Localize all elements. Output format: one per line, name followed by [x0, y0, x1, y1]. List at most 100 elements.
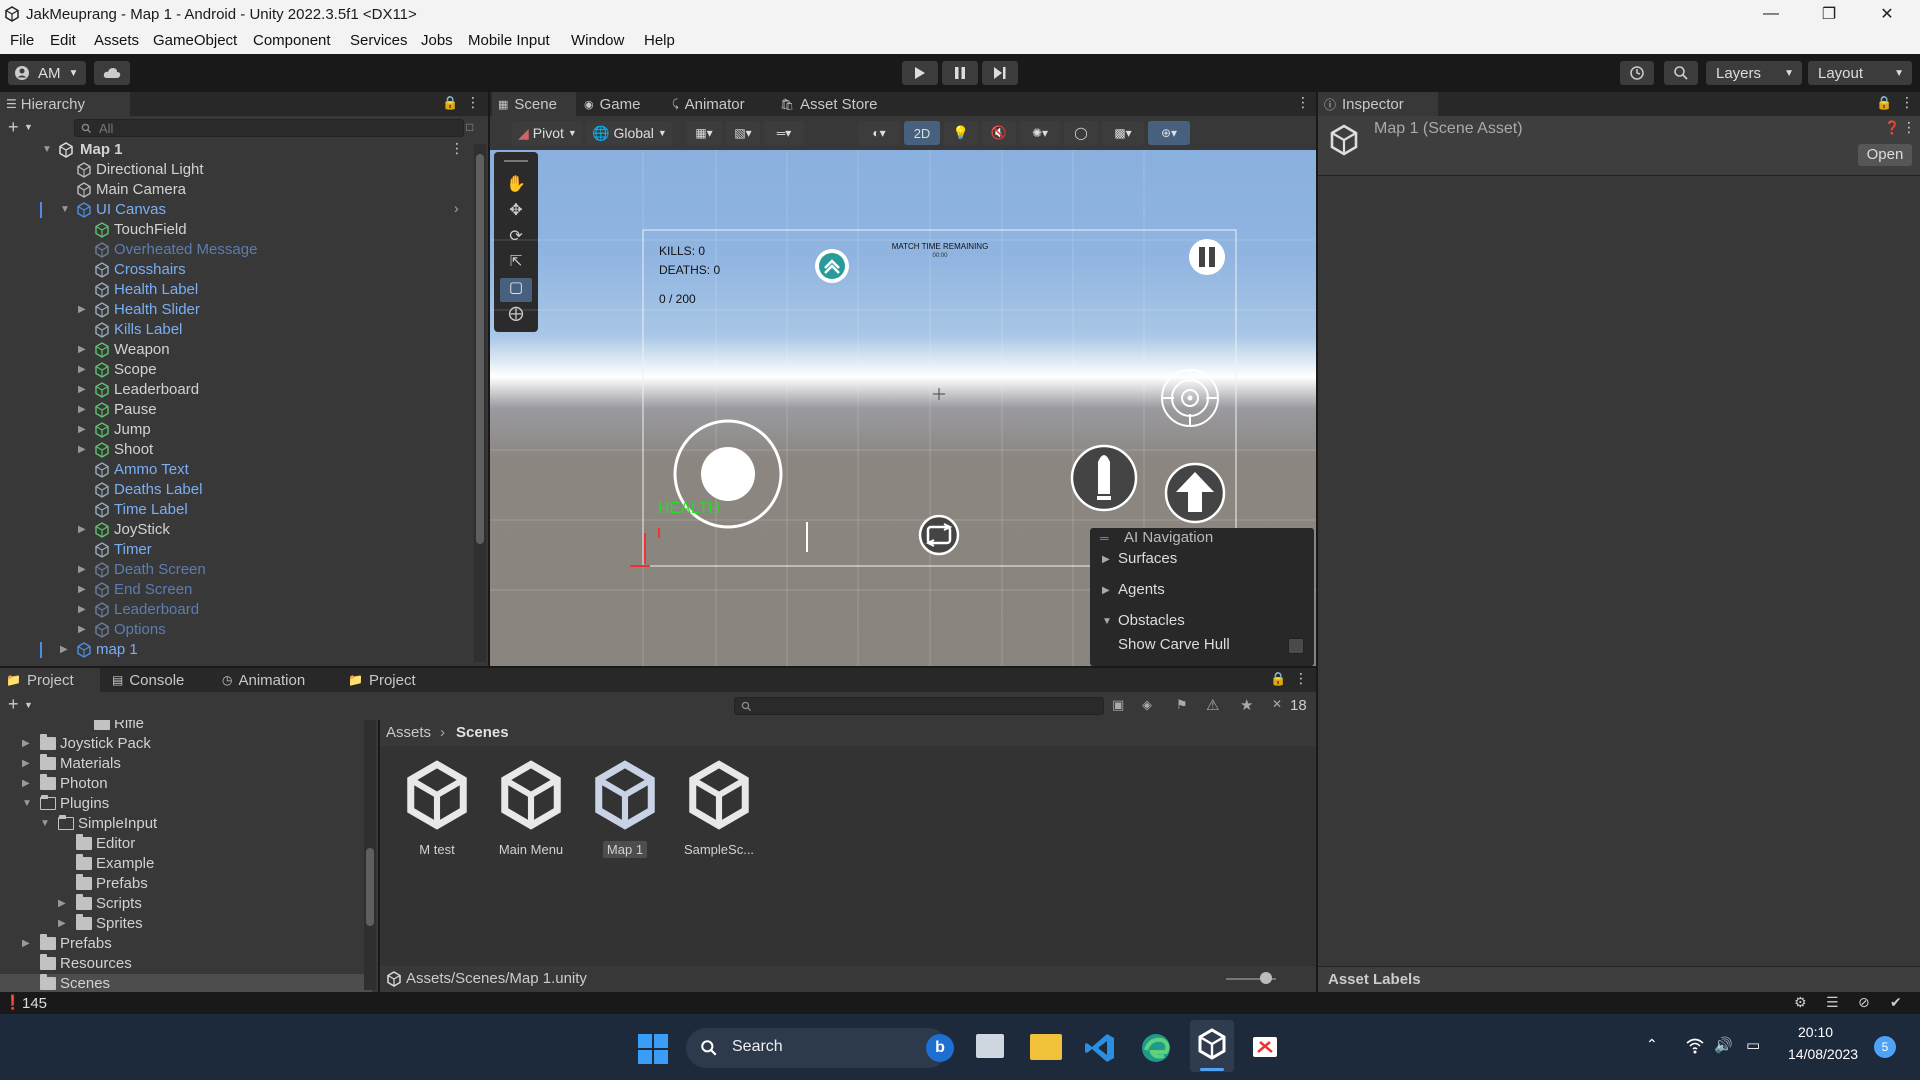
pivot-dropdown[interactable]: ◢ Pivot ▼	[512, 121, 582, 145]
clock-date[interactable]: 14/08/2023	[1788, 1046, 1858, 1062]
tab-scene[interactable]: ▦ Scene	[492, 92, 576, 116]
weapon-switch-button[interactable]	[918, 514, 960, 556]
more-menu-icon[interactable]: ⋮	[1902, 119, 1916, 136]
hierarchy-scrollbar[interactable]	[474, 144, 486, 662]
account-button[interactable]: AM ▼	[8, 61, 86, 85]
expand-down-icon[interactable]: ▼	[22, 798, 32, 809]
global-dropdown[interactable]: 🌐 Global ▼	[586, 121, 672, 145]
project-folder-item[interactable]: Rifle	[0, 720, 372, 734]
expand-right-icon[interactable]: ▶	[22, 758, 30, 769]
gizmos-dropdown[interactable]: ⊕▾	[1148, 121, 1190, 145]
hierarchy-item[interactable]: Main Camera	[0, 180, 470, 200]
project-folder-item[interactable]: Scenes	[0, 974, 372, 992]
battery-icon[interactable]: ▭	[1746, 1036, 1760, 1054]
chevron-right-icon[interactable]: ▶	[1102, 554, 1110, 565]
tab-game[interactable]: ◉ Game	[578, 92, 662, 116]
ai-nav-obstacles[interactable]: Obstacles	[1118, 612, 1185, 629]
task-view-icon[interactable]	[976, 1034, 1004, 1058]
ai-nav-surfaces[interactable]: Surfaces	[1118, 550, 1177, 567]
menu-component[interactable]: Component	[253, 32, 331, 49]
hierarchy-item[interactable]: Directional Light	[0, 160, 470, 180]
taskbar-search[interactable]: Search b	[686, 1028, 954, 1068]
more-menu-icon[interactable]: ⋮	[1296, 94, 1310, 111]
hierarchy-item[interactable]: Health Label	[0, 280, 470, 300]
project-search-input[interactable]	[734, 697, 1104, 715]
volume-icon[interactable]: 🔊	[1714, 1036, 1733, 1054]
expand-right-icon[interactable]: ▶	[78, 424, 88, 435]
layers-dropdown[interactable]: Layers ▼	[1706, 61, 1802, 85]
open-button[interactable]: Open	[1858, 144, 1912, 166]
hierarchy-item[interactable]: ▶ Jump	[0, 420, 470, 440]
expand-right-icon[interactable]: ▶	[78, 584, 88, 595]
scene-asset-item[interactable]: M test	[392, 760, 482, 870]
menu-file[interactable]: File	[10, 32, 34, 49]
project-folder-item[interactable]: ▶ Joystick Pack	[0, 734, 372, 754]
search-by-type-icon[interactable]: ▣	[1112, 697, 1124, 713]
chevron-down-icon[interactable]: ▼	[1102, 616, 1112, 627]
project-folder-item[interactable]: ▶ Scripts	[0, 894, 372, 914]
scene-asset-item[interactable]: Map 1	[580, 760, 670, 870]
expand-down-icon[interactable]: ▼	[60, 204, 70, 215]
scene-visibility-icon[interactable]: □	[466, 120, 473, 134]
project-folder-item[interactable]: ▶ Materials	[0, 754, 372, 774]
tab-console[interactable]: ▤ Console	[106, 668, 202, 692]
play-button[interactable]	[902, 61, 938, 85]
snipping-tool-icon[interactable]	[1250, 1032, 1280, 1062]
audio-toggle[interactable]: 🔇	[982, 121, 1016, 145]
chevron-up-icon[interactable]: ⌃	[1646, 1036, 1658, 1053]
add-icon[interactable]: +	[8, 694, 19, 715]
hierarchy-item[interactable]: ▶ Weapon	[0, 340, 470, 360]
hierarchy-item[interactable]: Crosshairs	[0, 260, 470, 280]
scene-visibility-toggle[interactable]: ◯	[1064, 121, 1098, 145]
hierarchy-item[interactable]: ▶ JoyStick	[0, 520, 470, 540]
warning-filter-icon[interactable]: ⚠	[1206, 696, 1219, 714]
more-menu-icon[interactable]: ⋮	[466, 94, 480, 111]
project-folder-item[interactable]: Editor	[0, 834, 372, 854]
chevron-down-icon[interactable]: ▼	[24, 122, 33, 132]
expand-right-icon[interactable]: ▶	[78, 364, 88, 375]
hierarchy-item[interactable]: ▶ End Screen	[0, 580, 470, 600]
expand-right-icon[interactable]: ▶	[78, 564, 88, 575]
tab-hierarchy[interactable]: ☰ Hierarchy	[0, 92, 130, 116]
hierarchy-item[interactable]: ▶ Death Screen	[0, 560, 470, 580]
project-folder-item[interactable]: ▶ Prefabs	[0, 934, 372, 954]
notification-badge[interactable]: 5	[1874, 1036, 1896, 1058]
debug-icon[interactable]: ⚙	[1794, 994, 1807, 1011]
expand-right-icon[interactable]: ▶	[22, 778, 30, 789]
expand-right-icon[interactable]: ▶	[58, 898, 66, 909]
expand-right-icon[interactable]: ▶	[78, 404, 88, 415]
shoot-button[interactable]	[1070, 444, 1138, 512]
menu-window[interactable]: Window	[571, 32, 624, 49]
clock-time[interactable]: 20:10	[1798, 1024, 1833, 1040]
filter-type-icon[interactable]: ◈	[1142, 697, 1152, 713]
menu-services[interactable]: Services	[350, 32, 408, 49]
layout-dropdown[interactable]: Layout ▼	[1808, 61, 1912, 85]
expand-right-icon[interactable]: ▶	[78, 384, 88, 395]
close-button[interactable]: ✕	[1864, 0, 1910, 28]
search-button[interactable]	[1664, 61, 1698, 85]
hierarchy-item[interactable]: Time Label	[0, 500, 470, 520]
hierarchy-item[interactable]: ▶ map 1	[0, 640, 470, 660]
tab-asset-store[interactable]: 🛍 Asset Store	[774, 92, 894, 116]
lock-icon[interactable]: 🔒	[1876, 95, 1892, 111]
tab-animator[interactable]: ⤹ Animator	[666, 92, 766, 116]
hierarchy-item[interactable]: ▶ Leaderboard	[0, 600, 470, 620]
wifi-icon[interactable]	[1686, 1038, 1704, 1054]
drag-handle-icon[interactable]: ═	[1100, 531, 1109, 545]
expand-right-icon[interactable]: ▶	[78, 344, 88, 355]
snap-increment-button[interactable]: ▧▾	[726, 121, 760, 145]
minimize-button[interactable]: —	[1748, 0, 1794, 28]
add-icon[interactable]: +	[8, 117, 19, 138]
project-folder-item[interactable]: Resources	[0, 954, 372, 974]
vscode-icon[interactable]	[1084, 1032, 1116, 1064]
expand-down-icon[interactable]: ▼	[42, 144, 52, 155]
expand-down-icon[interactable]: ▼	[40, 818, 50, 829]
hierarchy-item[interactable]: Kills Label	[0, 320, 470, 340]
expand-right-icon[interactable]: ▶	[22, 938, 30, 949]
project-folder-item[interactable]: Example	[0, 854, 372, 874]
lock-icon[interactable]: 🔒	[442, 95, 458, 111]
menu-gameobject[interactable]: GameObject	[153, 32, 237, 49]
scrollbar-thumb[interactable]	[366, 848, 374, 926]
more-menu-icon[interactable]: ⋮	[1294, 670, 1308, 687]
hierarchy-item[interactable]: ▶ Health Slider	[0, 300, 470, 320]
